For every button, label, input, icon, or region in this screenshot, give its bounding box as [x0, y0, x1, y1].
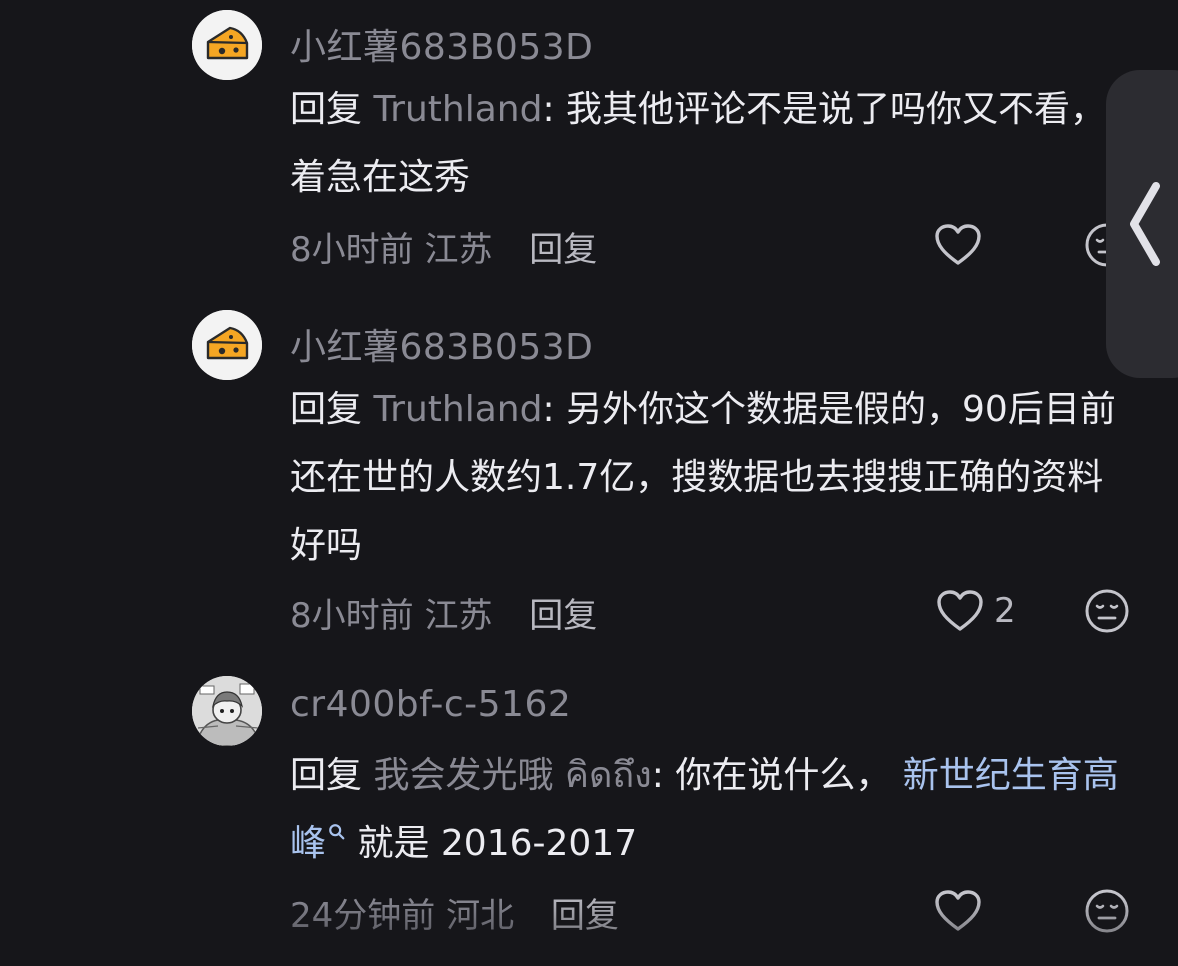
username[interactable]: 小红薯683B053D [290, 318, 593, 370]
side-panel-handle[interactable] [1106, 70, 1178, 378]
reply-button[interactable]: 回复 [529, 230, 597, 270]
comment-text: 回复 我会发光哦 คิดถึง: 你在说什么， 新世纪生育高峰 就是 2016-… [290, 742, 1120, 878]
like-button[interactable] [934, 886, 992, 936]
comment-time: 24分钟前 [290, 896, 436, 936]
avatar[interactable] [192, 10, 262, 80]
comment-location: 江苏 [424, 596, 493, 636]
like-count: 2 [994, 591, 1016, 631]
reply-prefix: 回复 [290, 389, 363, 430]
like-button[interactable]: 2 [936, 586, 1016, 636]
comment-text: 回复 Truthland: 我其他评论不是说了吗你又不看，着急在这秀 [290, 76, 1120, 212]
reply-prefix: 回复 [290, 755, 363, 796]
like-button[interactable] [934, 220, 992, 270]
heart-icon [935, 224, 981, 265]
reply-button[interactable]: 回复 [551, 896, 619, 936]
avatar[interactable] [192, 310, 262, 380]
emoji-reaction-button[interactable] [1084, 588, 1130, 634]
username[interactable]: cr400bf-c-5162 [290, 684, 571, 725]
reply-target-user[interactable]: 我会发光哦 คิดถึง [373, 755, 651, 796]
comment-body-tail: 就是 2016-2017 [346, 823, 638, 864]
comment-location: 河北 [446, 896, 515, 936]
comment-body: : 你在说什么， [651, 755, 903, 796]
neutral-face-icon [1085, 589, 1129, 633]
comment-meta: 8小时前 江苏 回复 [290, 588, 597, 637]
reply-button[interactable]: 回复 [529, 596, 597, 636]
comment-time: 8小时前 [290, 596, 414, 636]
avatar[interactable] [192, 676, 262, 746]
neutral-face-icon [1085, 889, 1129, 933]
emoji-reaction-button[interactable] [1084, 888, 1130, 934]
username[interactable]: 小红薯683B053D [290, 18, 593, 70]
comment-time: 8小时前 [290, 230, 414, 270]
comment-text: 回复 Truthland: 另外你这个数据是假的，90后目前还在世的人数约1.7… [290, 376, 1120, 580]
heart-icon [935, 890, 981, 931]
heart-icon [937, 590, 983, 631]
comment-meta: 24分钟前 河北 回复 [290, 888, 619, 937]
manga-avatar-icon [192, 676, 262, 746]
cheese-icon [192, 310, 262, 380]
reply-target-user[interactable]: Truthland [373, 89, 542, 130]
reply-target-user[interactable]: Truthland [373, 389, 542, 430]
comment-meta: 8小时前 江苏 回复 [290, 222, 597, 271]
cheese-icon [192, 10, 262, 80]
search-icon [329, 824, 345, 840]
reply-prefix: 回复 [290, 89, 363, 130]
chevron-left-icon [1130, 182, 1160, 266]
comment-location: 江苏 [424, 230, 493, 270]
